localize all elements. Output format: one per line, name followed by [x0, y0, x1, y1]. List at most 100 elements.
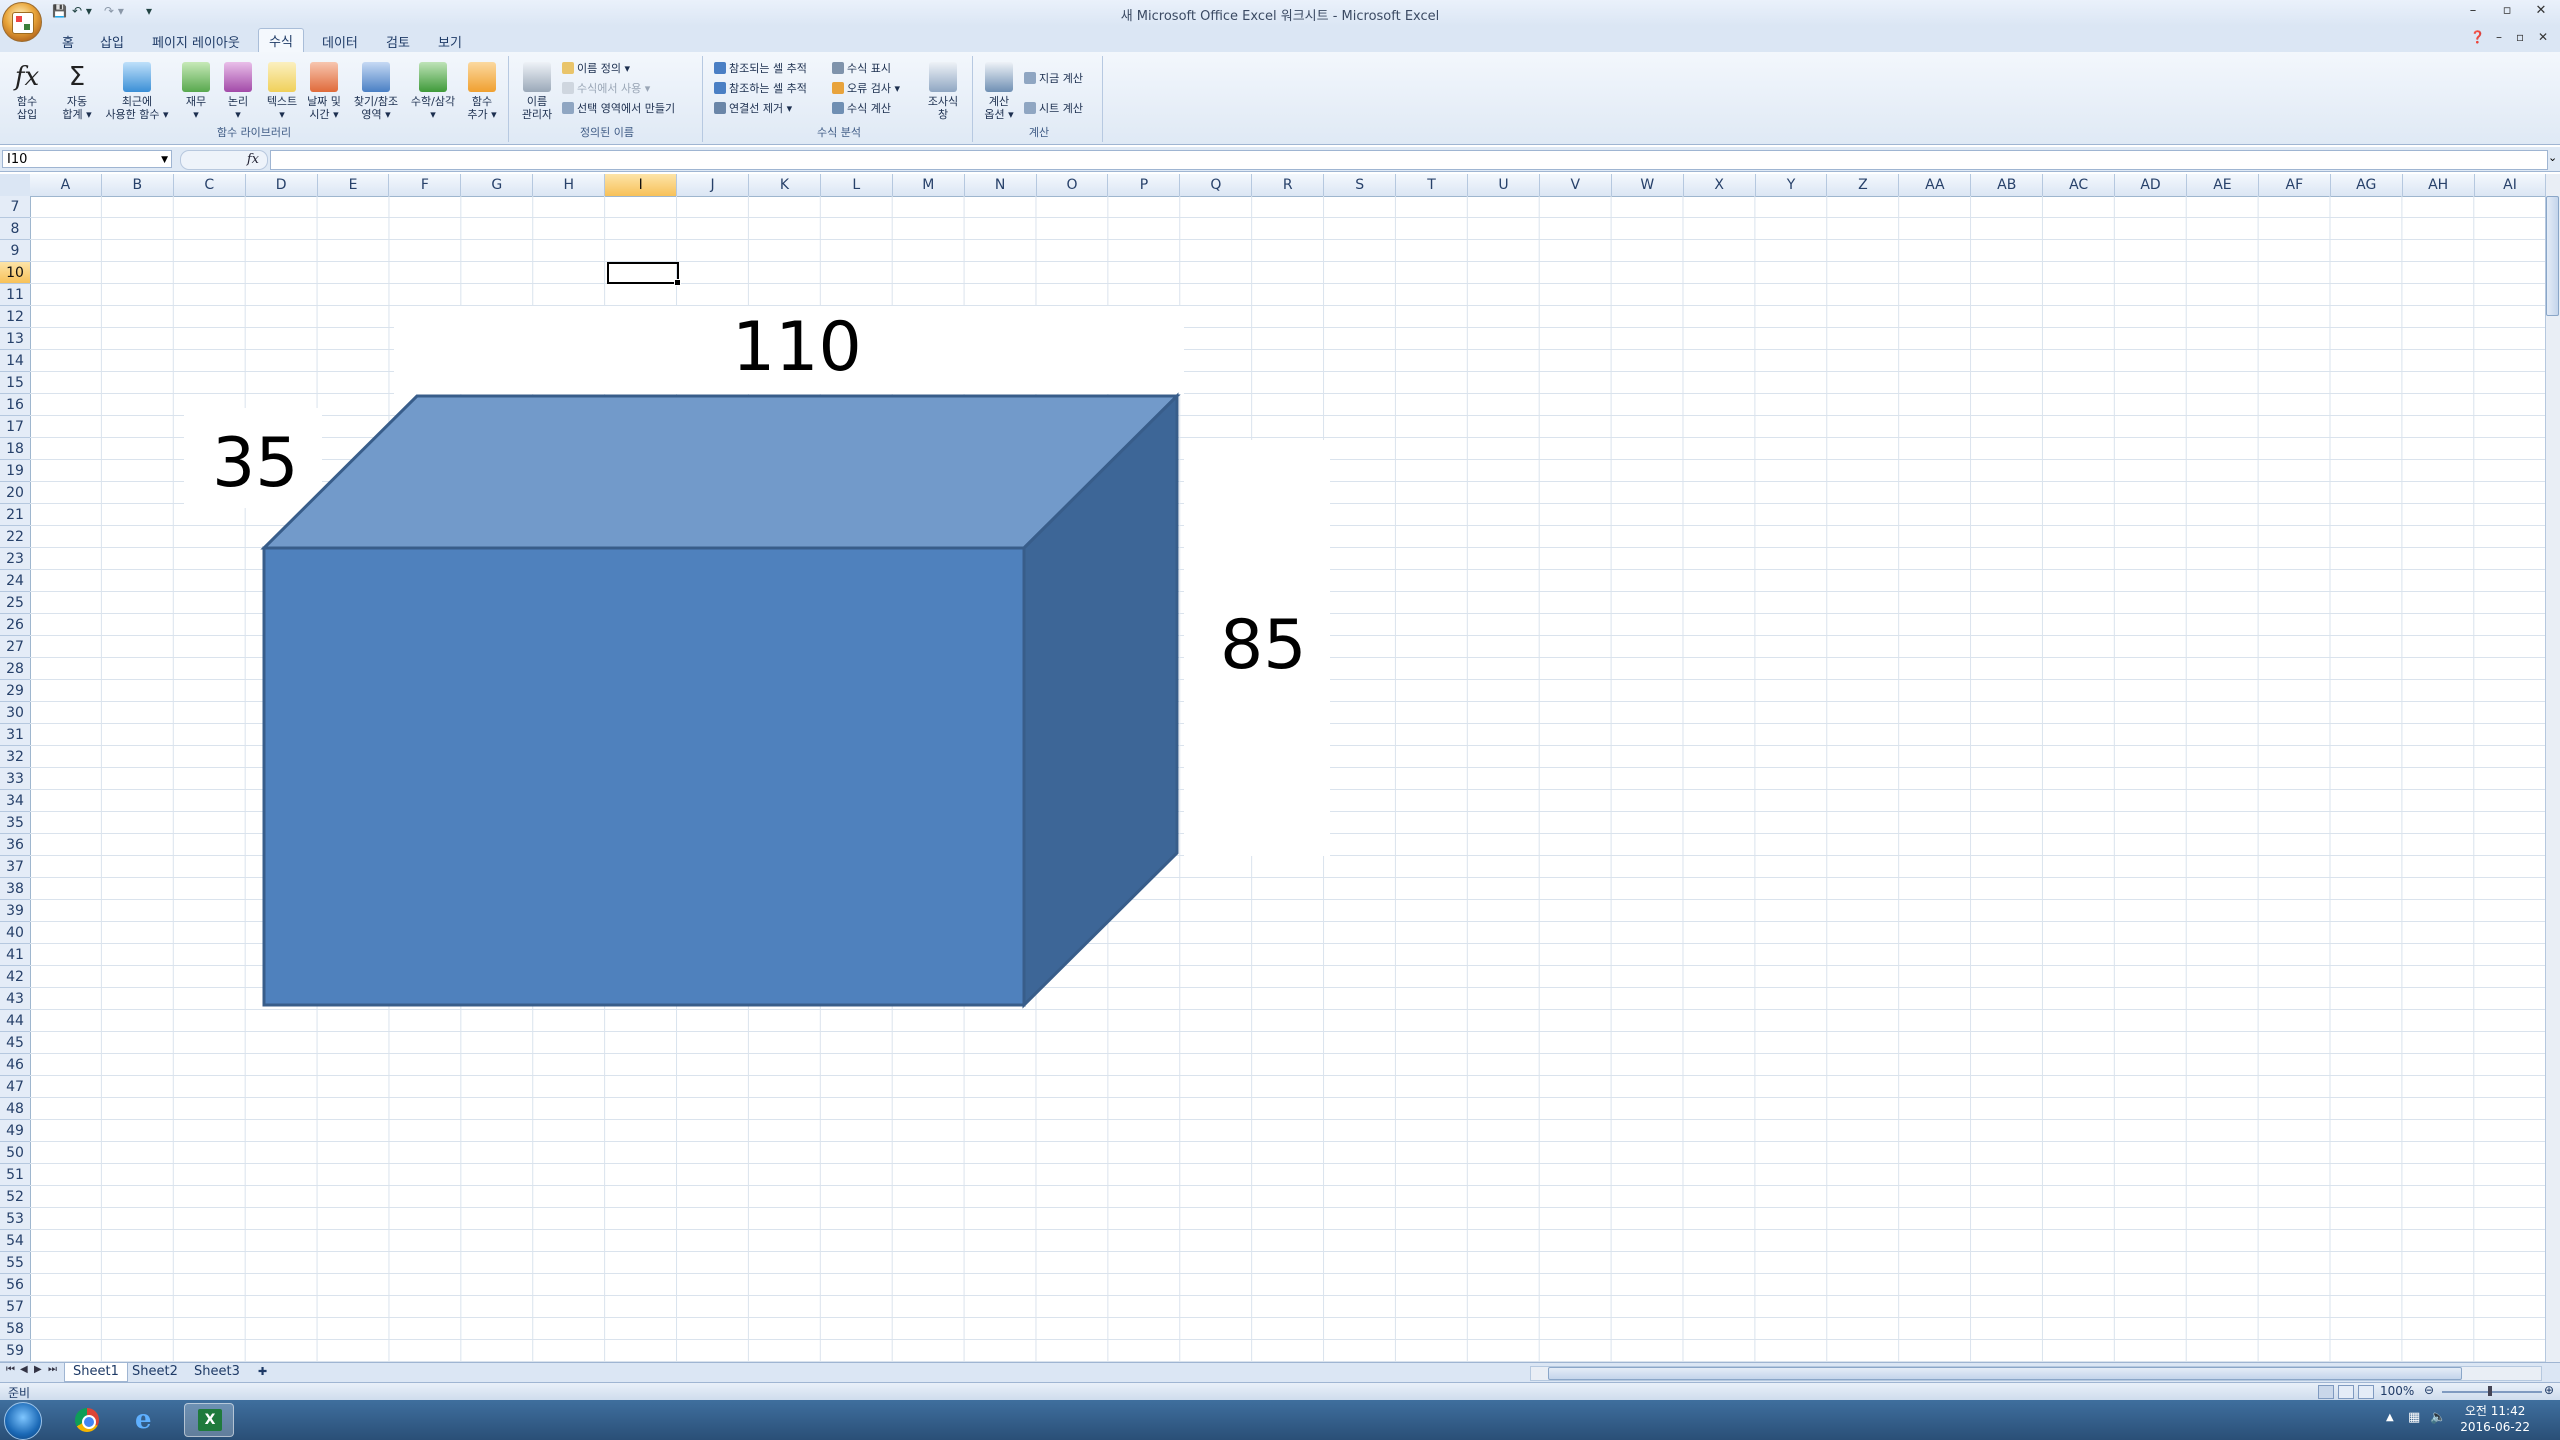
column-header-b[interactable]: B	[102, 174, 174, 196]
column-header-l[interactable]: L	[821, 174, 893, 196]
network-icon[interactable]: ▦	[2408, 1410, 2420, 1425]
text-button[interactable]: 텍스트 ▾	[258, 62, 306, 121]
workbook-close-button[interactable]: ✕	[2538, 30, 2548, 44]
column-header-g[interactable]: G	[461, 174, 534, 196]
math-trig-button[interactable]: 수학/삼각 ▾	[404, 62, 462, 121]
ie-taskbar-button[interactable]: e	[122, 1403, 172, 1437]
select-all-corner[interactable]	[0, 174, 31, 197]
column-header-ac[interactable]: AC	[2043, 174, 2116, 196]
row-header-27[interactable]: 27	[0, 636, 30, 658]
text-box-right[interactable]: 85	[1184, 440, 1330, 856]
recently-used-button[interactable]: 최근에 사용한 함수 ▾	[104, 62, 170, 121]
save-icon[interactable]: 💾	[52, 4, 67, 18]
row-header-15[interactable]: 15	[0, 372, 30, 394]
row-header-39[interactable]: 39	[0, 900, 30, 922]
name-manager-button[interactable]: 이름 관리자	[514, 62, 560, 121]
row-header-53[interactable]: 53	[0, 1208, 30, 1230]
sheet-tab-3[interactable]: Sheet3	[186, 1363, 248, 1381]
row-header-49[interactable]: 49	[0, 1120, 30, 1142]
row-header-11[interactable]: 11	[0, 284, 30, 306]
undo-button[interactable]: ↶ ▾	[72, 4, 92, 18]
column-header-s[interactable]: S	[1324, 174, 1397, 196]
row-header-22[interactable]: 22	[0, 526, 30, 548]
column-header-a[interactable]: A	[30, 174, 102, 196]
row-header-30[interactable]: 30	[0, 702, 30, 724]
minimize-button[interactable]: –	[2460, 3, 2486, 18]
autosum-button[interactable]: Σ 자동 합계 ▾	[54, 62, 100, 121]
zoom-slider-thumb[interactable]	[2488, 1386, 2492, 1396]
row-header-18[interactable]: 18	[0, 438, 30, 460]
watch-window-button[interactable]: 조사식 창	[920, 62, 966, 121]
row-header-9[interactable]: 9	[0, 240, 30, 262]
column-header-k[interactable]: K	[749, 174, 821, 196]
row-header-14[interactable]: 14	[0, 350, 30, 372]
logical-button[interactable]: 논리 ▾	[216, 62, 260, 121]
row-header-7[interactable]: 7	[0, 196, 30, 218]
insert-sheet-icon[interactable]: ✚	[250, 1363, 275, 1381]
calc-now-button[interactable]: 지금 계산	[1024, 70, 1083, 86]
row-header-46[interactable]: 46	[0, 1054, 30, 1076]
row-header-25[interactable]: 25	[0, 592, 30, 614]
column-header-ad[interactable]: AD	[2115, 174, 2187, 196]
more-functions-button[interactable]: 함수 추가 ▾	[460, 62, 504, 121]
column-header-u[interactable]: U	[1468, 174, 1540, 196]
row-header-58[interactable]: 58	[0, 1318, 30, 1340]
row-header-28[interactable]: 28	[0, 658, 30, 680]
prev-sheet-icon[interactable]: ◀	[20, 1364, 28, 1375]
vertical-scrollbar[interactable]	[2545, 174, 2560, 1362]
zoom-slider[interactable]	[2442, 1391, 2542, 1393]
workbook-minimize-button[interactable]: –	[2496, 30, 2502, 44]
chevron-down-icon[interactable]: ▼	[161, 151, 168, 169]
page-layout-view-icon[interactable]	[2338, 1385, 2354, 1399]
column-header-v[interactable]: V	[1540, 174, 1612, 196]
column-header-ah[interactable]: AH	[2403, 174, 2475, 196]
text-box-left[interactable]: 35	[184, 408, 322, 508]
column-header-p[interactable]: P	[1109, 174, 1181, 196]
remove-arrows-button[interactable]: 연결선 제거 ▾	[714, 100, 792, 116]
sheet-tab-2[interactable]: Sheet2	[124, 1363, 186, 1381]
row-header-24[interactable]: 24	[0, 570, 30, 592]
column-header-ab[interactable]: AB	[1971, 174, 2044, 196]
customize-qat-button[interactable]: ▾	[146, 4, 152, 18]
column-header-q[interactable]: Q	[1180, 174, 1253, 196]
column-header-ai[interactable]: AI	[2475, 174, 2547, 196]
column-header-i[interactable]: I	[605, 174, 678, 196]
row-header-57[interactable]: 57	[0, 1296, 30, 1318]
row-header-33[interactable]: 33	[0, 768, 30, 790]
redo-button[interactable]: ↷ ▾	[104, 4, 124, 18]
use-in-formula-button[interactable]: 수식에서 사용 ▾	[562, 80, 650, 96]
row-header-12[interactable]: 12	[0, 306, 30, 328]
row-header-55[interactable]: 55	[0, 1252, 30, 1274]
close-button[interactable]: ✕	[2528, 3, 2554, 18]
volume-icon[interactable]: 🔈	[2430, 1410, 2446, 1425]
column-header-w[interactable]: W	[1612, 174, 1684, 196]
row-header-20[interactable]: 20	[0, 482, 30, 504]
expand-formula-bar-icon[interactable]: ⌄	[2548, 151, 2557, 164]
tab-insert[interactable]: 삽입	[90, 30, 134, 53]
row-header-54[interactable]: 54	[0, 1230, 30, 1252]
row-header-36[interactable]: 36	[0, 834, 30, 856]
row-header-47[interactable]: 47	[0, 1076, 30, 1098]
row-header-8[interactable]: 8	[0, 218, 30, 240]
zoom-out-icon[interactable]: ⊖	[2424, 1383, 2434, 1397]
row-header-43[interactable]: 43	[0, 988, 30, 1010]
column-header-c[interactable]: C	[174, 174, 246, 196]
row-header-35[interactable]: 35	[0, 812, 30, 834]
first-sheet-icon[interactable]: ⏮	[6, 1364, 15, 1375]
row-header-17[interactable]: 17	[0, 416, 30, 438]
calculation-options-button[interactable]: 계산 옵션 ▾	[976, 62, 1022, 121]
row-header-32[interactable]: 32	[0, 746, 30, 768]
column-header-ae[interactable]: AE	[2187, 174, 2259, 196]
row-header-29[interactable]: 29	[0, 680, 30, 702]
column-header-y[interactable]: Y	[1756, 174, 1828, 196]
start-button[interactable]	[4, 1402, 42, 1440]
name-box[interactable]: I10 ▼	[2, 150, 172, 168]
row-header-26[interactable]: 26	[0, 614, 30, 636]
row-header-38[interactable]: 38	[0, 878, 30, 900]
column-header-aa[interactable]: AA	[1899, 174, 1972, 196]
excel-taskbar-button[interactable]: X	[184, 1403, 234, 1437]
row-header-59[interactable]: 59	[0, 1340, 30, 1362]
column-header-f[interactable]: F	[390, 174, 462, 196]
row-header-45[interactable]: 45	[0, 1032, 30, 1054]
row-header-42[interactable]: 42	[0, 966, 30, 988]
